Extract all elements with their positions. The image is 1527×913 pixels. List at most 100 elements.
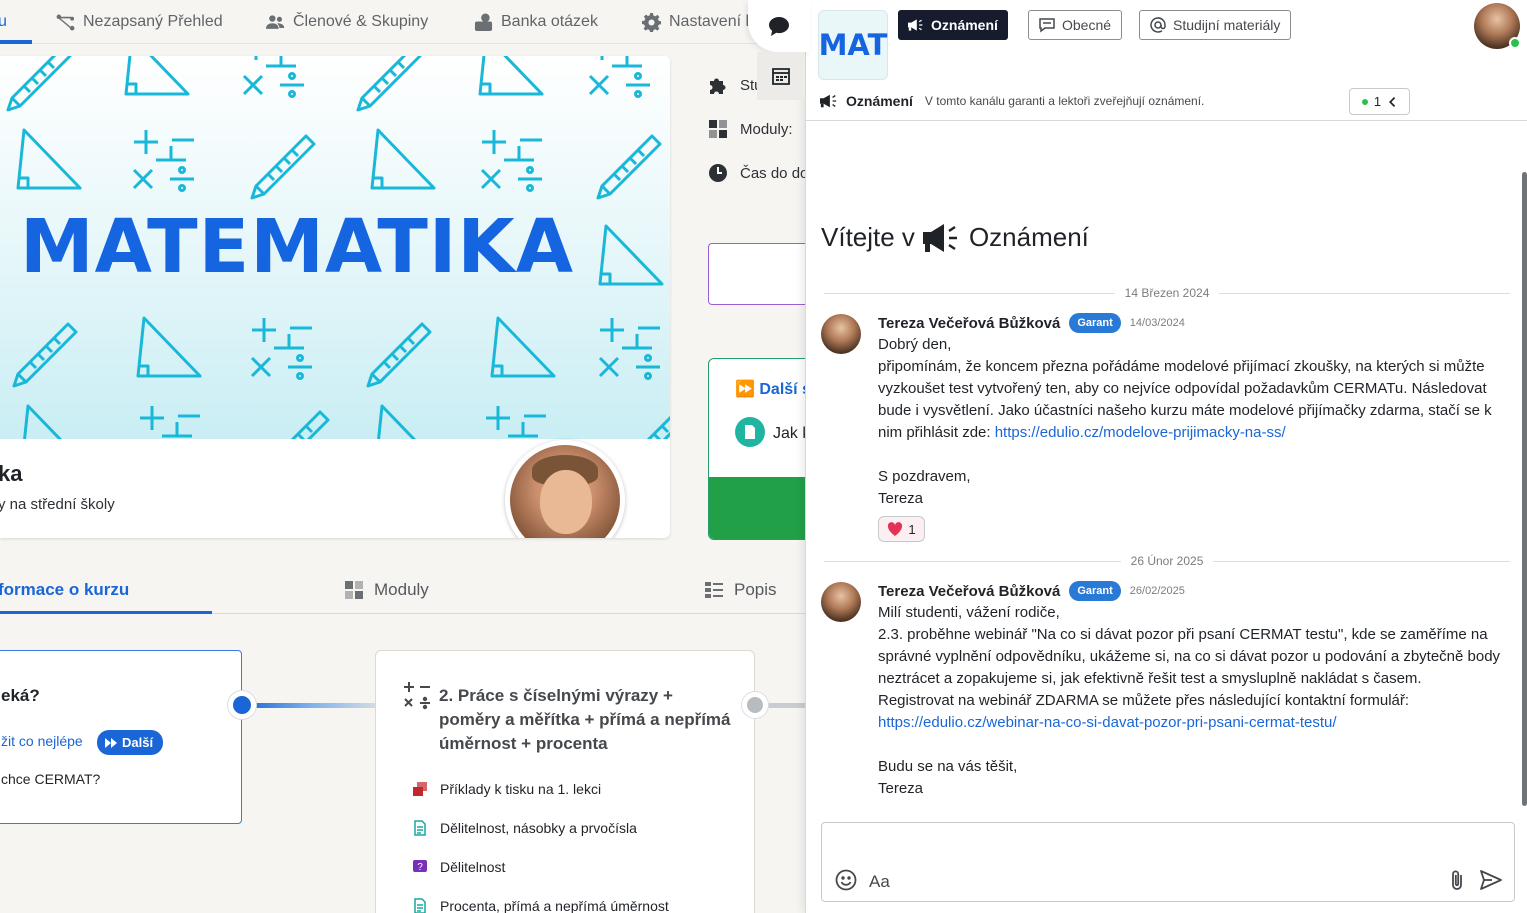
modules-icon bbox=[709, 120, 727, 138]
reaction-count: 1 bbox=[908, 521, 916, 537]
channel-header: Oznámení V tomto kanálu garanti a lektoř… bbox=[820, 92, 1204, 110]
module-item[interactable]: Příklady k tisku na 1. lekci bbox=[412, 781, 601, 797]
timeline-dot-active bbox=[228, 691, 256, 719]
next-step-label: ⏩ Další s bbox=[735, 379, 811, 399]
welcome-prefix: Vítejte v bbox=[821, 222, 915, 252]
message-line: Dobrý den, bbox=[878, 336, 952, 353]
nav-tab-label: Členové & Skupiny bbox=[293, 13, 429, 30]
members-toggle[interactable]: 1 bbox=[1349, 88, 1410, 115]
clock-icon bbox=[709, 164, 727, 182]
instructor-avatar[interactable] bbox=[505, 440, 625, 538]
question-bank-icon bbox=[474, 12, 493, 31]
message-line: vyzkoušet test vytvořený ten, aby co nej… bbox=[878, 380, 1487, 397]
module-link[interactable]: žit co nejlépe bbox=[1, 733, 83, 749]
members-count: 1 bbox=[1373, 94, 1382, 109]
module-item-label: Dělitelnost, násobky a prvočísla bbox=[440, 820, 637, 836]
message-author-avatar[interactable] bbox=[821, 582, 861, 622]
message-time: 14/03/2024 bbox=[1129, 317, 1185, 329]
active-tab-underline bbox=[0, 40, 32, 44]
current-user-avatar[interactable] bbox=[1474, 3, 1521, 49]
timeline-progress-line bbox=[242, 703, 378, 708]
message-line: nim přihlásit zde: https://edulio.cz/mod… bbox=[878, 424, 1286, 441]
channel-button-study-materials[interactable]: Studijní materiály bbox=[1139, 10, 1292, 40]
megaphone-icon bbox=[820, 94, 837, 108]
course-title: ka bbox=[0, 461, 23, 486]
message-line: bude i vysvětlení. Jako účastníci našeho… bbox=[878, 402, 1492, 419]
date-separator: 14 Březen 2024 bbox=[824, 286, 1511, 300]
message-author-avatar[interactable] bbox=[821, 314, 861, 354]
at-icon bbox=[1150, 17, 1166, 33]
tab-label: Popis bbox=[734, 580, 777, 599]
document-icon bbox=[414, 820, 426, 836]
avatar-face bbox=[540, 470, 592, 534]
chat-bubble-icon bbox=[769, 17, 789, 36]
channel-label: Obecné bbox=[1062, 17, 1112, 33]
message-input-placeholder[interactable]: Aa bbox=[869, 872, 890, 892]
module-item[interactable]: Procenta, přímá a nepřímá úměrnost bbox=[412, 898, 669, 913]
module-item[interactable]: Dělitelnost, násobky a prvočísla bbox=[412, 820, 637, 836]
document-icon bbox=[735, 417, 765, 447]
tab-course-info[interactable]: formace o kurzu bbox=[0, 580, 129, 600]
module-item-label: Příklady k tisku na 1. lekci bbox=[440, 781, 602, 797]
course-banner-image: MATEMATIKA bbox=[0, 56, 670, 439]
module-card-2[interactable]: 2. Práce s číselnými výrazy + poměry a m… bbox=[375, 650, 755, 913]
course-logo[interactable]: MAT bbox=[818, 10, 888, 80]
next-badge[interactable]: Další bbox=[97, 730, 164, 755]
svg-text:?: ? bbox=[417, 862, 423, 873]
message-link[interactable]: https://edulio.cz/modelove-prijimacky-na… bbox=[995, 424, 1286, 441]
chevron-left-icon bbox=[1389, 96, 1396, 107]
channel-button-general[interactable]: Obecné bbox=[1028, 10, 1123, 40]
print-icon bbox=[413, 782, 427, 796]
message-line: Budu se na vás těšit, bbox=[878, 758, 1018, 775]
message-author[interactable]: Tereza Večeřová Bůžková bbox=[878, 583, 1060, 600]
info-time: Čas do do bbox=[708, 163, 808, 183]
module-title[interactable]: 2. Práce s číselnými výrazy + poměry a m… bbox=[439, 684, 739, 756]
chat-icon bbox=[1039, 18, 1055, 33]
calendar-icon bbox=[772, 68, 790, 85]
next-badge-label: Další bbox=[122, 735, 154, 750]
info-time-label: Čas do do bbox=[740, 164, 809, 182]
nav-tab-members-groups[interactable]: Členové & Skupiny bbox=[266, 0, 428, 44]
chat-scrollbar[interactable] bbox=[1522, 172, 1527, 806]
module-card-1[interactable]: eká? žit co nejlépe Další chce CERMAT? bbox=[0, 650, 242, 824]
module-item[interactable]: ? Dělitelnost bbox=[412, 859, 505, 875]
message-composer[interactable]: Aa bbox=[821, 822, 1515, 902]
chat-toggle-button[interactable] bbox=[748, 0, 810, 52]
channel-label: Oznámení bbox=[931, 17, 998, 33]
message-line: připomínám, že koncem přezna pořádáme mo… bbox=[878, 358, 1485, 375]
list-icon bbox=[705, 582, 723, 598]
message-line: Tereza bbox=[878, 490, 924, 507]
next-step-text: Další s bbox=[759, 381, 811, 398]
nav-tab-label: Banka otázek bbox=[501, 13, 598, 30]
course-subtabs: formace o kurzu Moduly Popis bbox=[0, 570, 805, 614]
chat-panel: MAT Oznámení Obecné Studijní materiály O… bbox=[805, 0, 1527, 913]
module-item-label: Procenta, přímá a nepřímá úměrnost bbox=[440, 898, 669, 913]
send-icon[interactable] bbox=[1480, 869, 1502, 891]
tab-label: formace o kurzu bbox=[0, 580, 130, 599]
date-separator-label: 14 Březen 2024 bbox=[1124, 286, 1210, 300]
message-time: 26/02/2025 bbox=[1129, 585, 1185, 597]
channel-button-announcements[interactable]: Oznámení bbox=[898, 10, 1008, 40]
tab-modules[interactable]: Moduly bbox=[344, 580, 429, 600]
message-header: Tereza Večeřová Bůžková Garant 26/02/202… bbox=[878, 581, 1185, 601]
emoji-icon[interactable] bbox=[835, 869, 857, 891]
gear-icon bbox=[642, 12, 661, 32]
message-link[interactable]: https://edulio.cz/webinar-na-co-si-davat… bbox=[878, 714, 1337, 731]
fast-forward-icon bbox=[105, 737, 117, 748]
nav-tab-question-bank[interactable]: Banka otázek bbox=[474, 0, 598, 44]
tab-description[interactable]: Popis bbox=[704, 580, 777, 600]
top-navigation: u Nezapsaný Přehled Členové & Skupiny Ba… bbox=[0, 0, 805, 44]
heart-icon bbox=[888, 522, 903, 536]
message-author[interactable]: Tereza Večeřová Bůžková bbox=[878, 315, 1060, 332]
module-item-cermat[interactable]: chce CERMAT? bbox=[1, 771, 100, 787]
channel-description: V tomto kanálu garanti a lektoři zveřejň… bbox=[924, 94, 1205, 108]
attachment-icon[interactable] bbox=[1447, 869, 1467, 891]
calendar-button[interactable] bbox=[757, 52, 805, 100]
nav-tab-overview[interactable]: u bbox=[0, 0, 7, 44]
nav-tab-settings[interactable]: Nastavení k bbox=[642, 0, 753, 44]
megaphone-icon bbox=[922, 223, 957, 252]
nav-tab-unenrolled-overview[interactable]: Nezapsaný Přehled bbox=[56, 0, 223, 44]
welcome-channel-name: Oznámení bbox=[968, 222, 1089, 252]
document-icon bbox=[414, 898, 426, 913]
reaction-heart[interactable]: 1 bbox=[878, 516, 925, 542]
